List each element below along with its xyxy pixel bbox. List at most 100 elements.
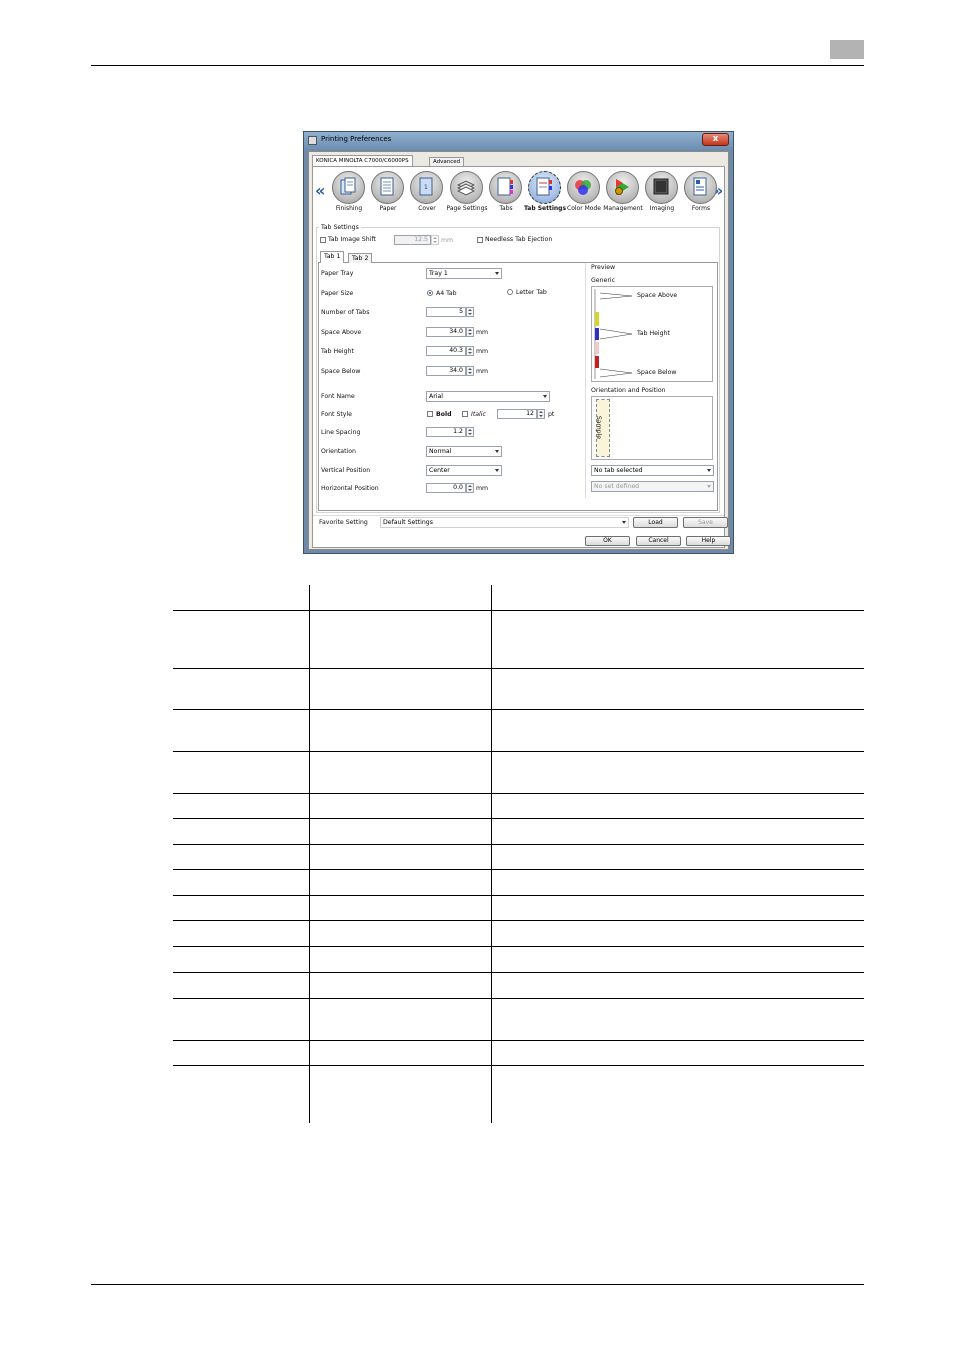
chevron-down-icon: [707, 485, 711, 488]
cancel-button[interactable]: Cancel: [636, 536, 681, 546]
close-button[interactable]: x: [702, 133, 729, 146]
ok-button[interactable]: OK: [585, 536, 630, 546]
line-spacing-field[interactable]: 1.2: [426, 427, 466, 437]
divider: [313, 515, 724, 516]
italic-checkbox[interactable]: [462, 411, 468, 417]
chevron-down-icon: [543, 395, 547, 398]
tab-printer-model[interactable]: KONICA MINOLTA C7000/C6000PS: [312, 155, 413, 166]
table-row-divider: [173, 895, 864, 896]
finishing-icon: [340, 177, 356, 195]
printer-icon: [308, 136, 317, 145]
space-below-spinner[interactable]: [466, 366, 474, 376]
horizontal-position-unit: mm: [476, 485, 489, 492]
chevron-down-icon: [495, 450, 499, 453]
table-column-divider: [309, 585, 310, 1123]
set-select[interactable]: No set defined: [591, 481, 714, 492]
set-select-value: No set defined: [594, 483, 640, 490]
bold-checkbox[interactable]: [427, 411, 433, 417]
number-of-tabs-spinner[interactable]: [466, 307, 474, 317]
sample-tab: Sample: [595, 399, 610, 457]
letter-tab-radio[interactable]: [507, 289, 513, 295]
main-panel: « » Finishing Paper 1 Cover Page Setting…: [312, 166, 731, 548]
space-above-field[interactable]: 34.0: [426, 327, 466, 337]
letter-tab-label: Letter Tab: [516, 289, 547, 296]
number-of-tabs-field[interactable]: 5: [426, 307, 466, 317]
preview-space-below: Space Below: [637, 369, 677, 376]
tab-height-unit: mm: [476, 348, 489, 355]
chevron-down-icon: [707, 469, 711, 472]
needless-tab-ejection-checkbox[interactable]: [477, 237, 483, 243]
table-row-divider: [173, 972, 864, 973]
tab-image-shift-field[interactable]: 12.5: [394, 235, 431, 245]
tab-settings-group-title: Tab Settings: [319, 224, 361, 231]
horizontal-position-spinner[interactable]: [466, 483, 474, 493]
vertical-position-select[interactable]: Center: [426, 465, 502, 476]
space-below-field[interactable]: 34.0: [426, 366, 466, 376]
paper-icon: [380, 177, 394, 196]
feature-icon-row: « » Finishing Paper 1 Cover Page Setting…: [313, 167, 724, 217]
tab-image-shift-unit: mm: [441, 237, 454, 244]
preview-title: Preview: [591, 264, 616, 271]
tab-height-spinner[interactable]: [466, 346, 474, 356]
chevron-down-icon: [495, 469, 499, 472]
forms-button[interactable]: Forms: [683, 171, 719, 213]
forms-label: Forms: [691, 205, 711, 212]
a4-tab-radio[interactable]: [427, 290, 433, 296]
help-button[interactable]: Help: [686, 536, 731, 546]
font-name-value: Arial: [429, 393, 444, 400]
generic-preview: Space Above Tab Height Space Below: [591, 286, 713, 382]
space-below-unit: mm: [476, 368, 489, 375]
color-mode-icon: [575, 180, 591, 195]
preview-tab-height: Tab Height: [637, 330, 670, 337]
subtab-tab-1[interactable]: Tab 1: [320, 251, 345, 263]
svg-text:1: 1: [424, 184, 428, 191]
cover-icon: 1: [419, 177, 433, 196]
tab-height-field[interactable]: 40.3: [426, 346, 466, 356]
orientation-select[interactable]: Normal: [426, 446, 502, 457]
table-row-divider: [173, 818, 864, 819]
dialog-title: Printing Preferences: [321, 135, 392, 143]
font-size-spinner[interactable]: [537, 409, 545, 419]
favorite-setting-value: Default Settings: [383, 519, 433, 526]
tab-select[interactable]: No tab selected: [591, 465, 714, 476]
forms-icon: [693, 177, 707, 196]
header-rule: [91, 65, 864, 66]
tab-height-label: Tab Height: [321, 348, 354, 355]
paper-tray-select[interactable]: Tray 1: [426, 268, 502, 279]
vertical-position-value: Center: [429, 467, 450, 474]
tab-advanced[interactable]: Advanced: [429, 157, 465, 166]
table-row-divider: [173, 946, 864, 947]
page-number-box: [830, 40, 864, 59]
table-row-divider: [173, 920, 864, 921]
paper-size-label: Paper Size: [321, 290, 354, 297]
dialog-title-bar: Printing Preferences x: [304, 132, 733, 150]
table-row-divider: [173, 668, 864, 669]
favorite-setting-select[interactable]: Default Settings: [380, 517, 629, 528]
space-above-spinner[interactable]: [466, 327, 474, 337]
line-spacing-spinner[interactable]: [466, 427, 474, 437]
table-row-divider: [173, 1040, 864, 1041]
font-name-select[interactable]: Arial: [426, 391, 550, 402]
tab-image-shift-label: Tab Image Shift: [328, 236, 376, 243]
table-row-divider: [173, 709, 864, 710]
sample-text: Sample: [595, 415, 603, 440]
table-row-divider: [173, 869, 864, 870]
tab-image-shift-checkbox[interactable]: [320, 237, 326, 243]
font-size-field[interactable]: 12: [497, 409, 537, 419]
horizontal-position-field[interactable]: 0.0: [426, 483, 466, 493]
orientation-label: Orientation: [321, 448, 356, 455]
load-button[interactable]: Load: [633, 517, 678, 528]
subtab-tab-2[interactable]: Tab 2: [348, 253, 373, 263]
tab-subpanel: Tab 1 Tab 2 Paper Tray Tray 1 Paper Size…: [318, 251, 718, 511]
horizontal-position-label: Horizontal Position: [321, 485, 379, 492]
font-size-unit: pt: [548, 411, 555, 418]
tab-image-shift-spinner[interactable]: [431, 235, 439, 245]
orientation-preview: Sample: [591, 396, 713, 460]
prev-arrow-icon[interactable]: «: [315, 181, 325, 200]
table-row-divider: [173, 610, 864, 611]
tab-settings-group: Tab Settings Tab Image Shift 12.5 mm Nee…: [316, 224, 720, 513]
italic-label: Italic: [471, 411, 486, 418]
needless-tab-ejection-label: Needless Tab Ejection: [485, 236, 553, 243]
table-row-divider: [173, 793, 864, 794]
save-button[interactable]: Save: [683, 517, 728, 528]
